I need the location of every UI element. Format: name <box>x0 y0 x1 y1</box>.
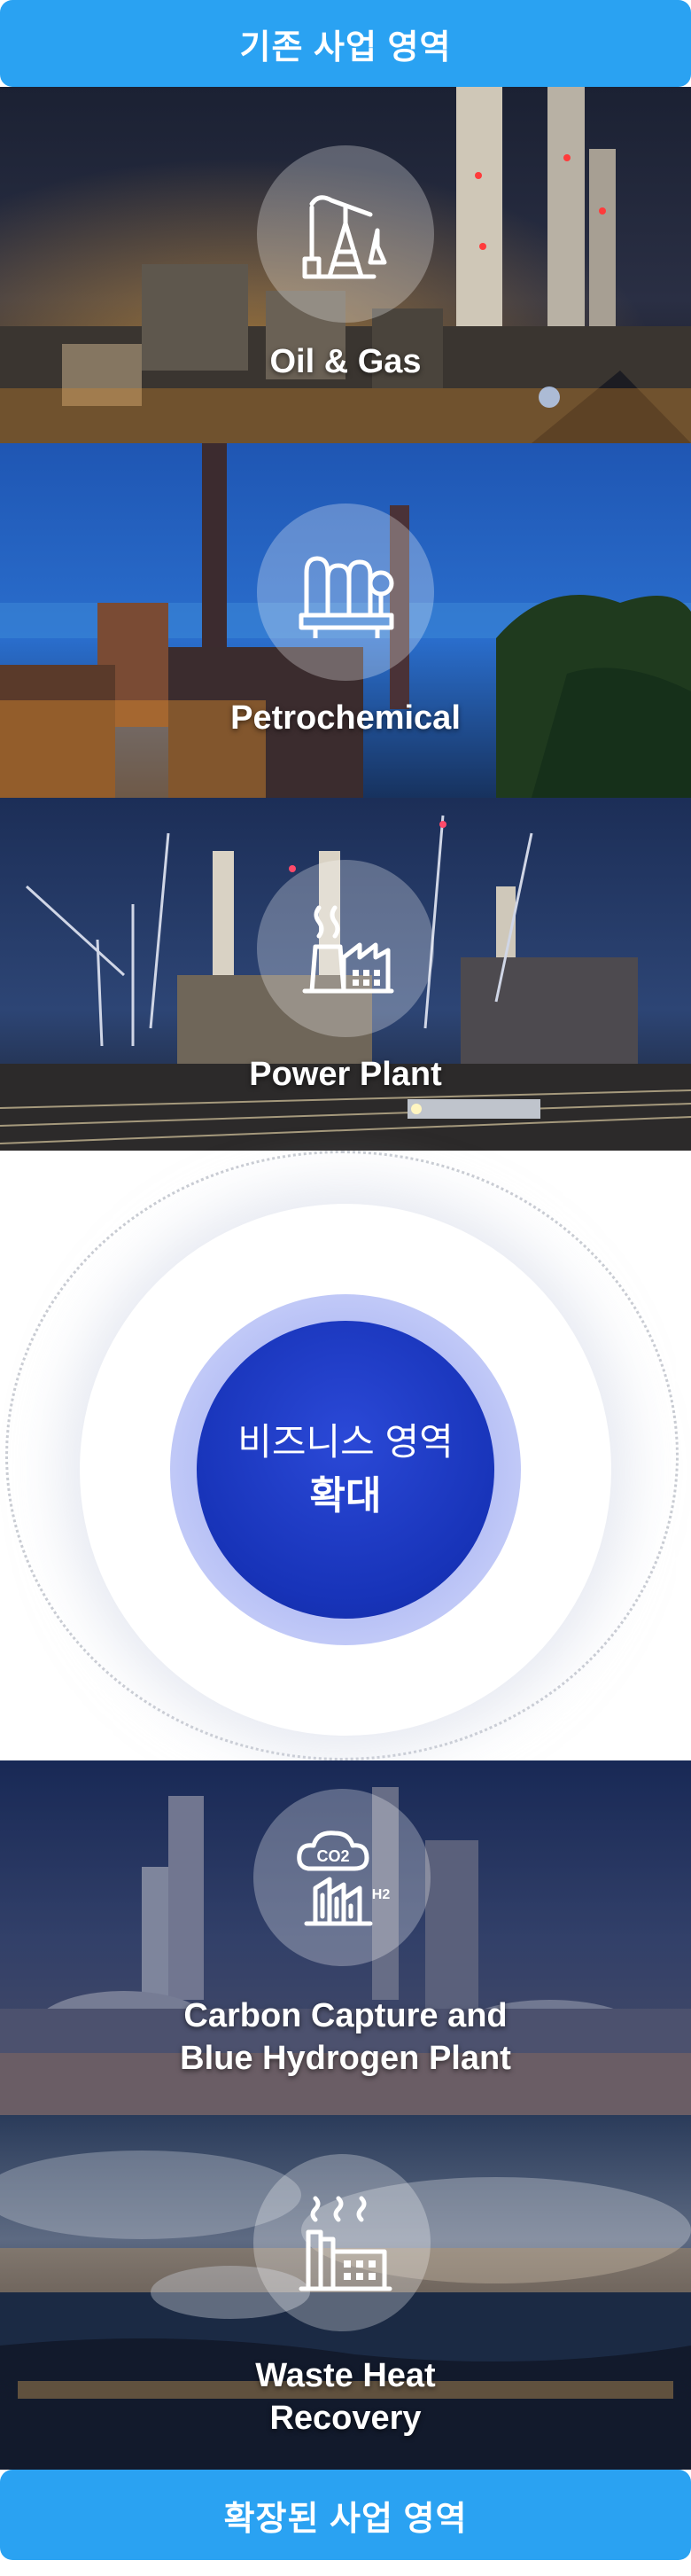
petrochemical-panel: Petrochemical <box>0 443 691 798</box>
heat-recovery-icon <box>299 2196 392 2291</box>
h2-icon-text: H2 <box>372 1887 391 1902</box>
oil-pump-icon <box>302 195 387 279</box>
co2-h2-plant-icon: CO2 H2 <box>297 1831 391 1926</box>
refinery-icon-badge <box>257 503 434 681</box>
oil-gas-label: Oil & Gas <box>269 343 422 380</box>
expanded-business-title: 확장된 사업 영역 <box>223 2500 468 2538</box>
power-plant-panel: Power Plant <box>0 798 691 1151</box>
waste-heat-label: Waste Heat Recovery <box>0 2354 691 2439</box>
waste-heat-label-line2: Recovery <box>269 2400 422 2437</box>
expansion-text-line2: 확대 <box>309 1474 382 1518</box>
heat-recovery-icon-badge <box>253 2154 431 2331</box>
factory-icon-badge <box>257 860 434 1037</box>
waste-heat-label-line1: Waste Heat <box>255 2357 436 2394</box>
business-area-infographic: 기존 사업 영역 Oil & Gas Petrochemical Power P… <box>0 0 691 2576</box>
power-plant-label: Power Plant <box>249 1056 442 1093</box>
co2-h2-plant-icon-badge: CO2 H2 <box>253 1789 431 1966</box>
factory-icon <box>302 905 394 994</box>
carbon-capture-label-line2: Blue Hydrogen Plant <box>180 2040 511 2077</box>
existing-business-header: 기존 사업 영역 <box>0 0 691 87</box>
carbon-capture-label: Carbon Capture and Blue Hydrogen Plant <box>0 1994 691 2080</box>
carbon-capture-label-line1: Carbon Capture and <box>183 1997 508 2034</box>
expanded-business-footer: 확장된 사업 영역 <box>0 2470 691 2560</box>
oil-gas-panel: Oil & Gas <box>0 87 691 443</box>
existing-business-title: 기존 사업 영역 <box>239 28 452 66</box>
waste-heat-panel: Waste Heat Recovery <box>0 2115 691 2470</box>
co2-icon-text: CO2 <box>316 1847 349 1865</box>
carbon-capture-panel: CO2 H2 Carbon Capture and Blue Hydrogen … <box>0 1760 691 2115</box>
petrochemical-label: Petrochemical <box>230 699 461 737</box>
expansion-text-line1: 비즈니스 영역 <box>237 1421 454 1463</box>
business-expansion-hub: 비즈니스 영역 확대 <box>0 1151 691 1760</box>
expansion-core-circle: 비즈니스 영역 확대 <box>197 1321 494 1619</box>
refinery-icon <box>299 556 394 638</box>
oil-pump-icon-badge <box>257 145 434 323</box>
